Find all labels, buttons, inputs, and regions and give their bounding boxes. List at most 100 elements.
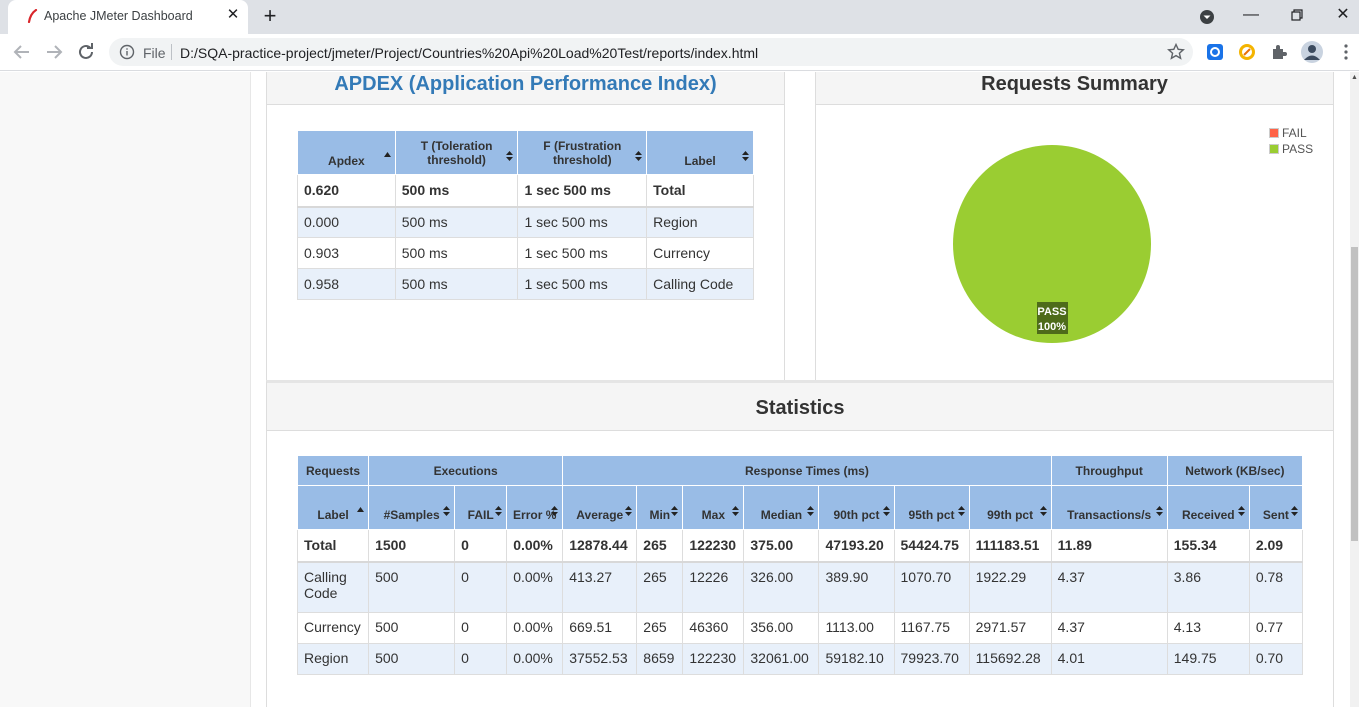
sort-both-icon <box>551 506 559 516</box>
legend-item-fail[interactable]: FAIL <box>1269 126 1307 140</box>
browser-toolbar: File D:/SQA-practice-project/jmeter/Proj… <box>0 34 1359 71</box>
sort-both-icon <box>742 151 749 161</box>
group-requests: Requests <box>296 455 370 486</box>
cell: 1113.00 <box>818 612 895 644</box>
requests-summary-panel: Requests Summary PASS 100% FAIL PASS <box>815 72 1334 407</box>
restore-icon[interactable] <box>1283 4 1311 28</box>
page-scrollbar[interactable]: ▲ <box>1350 72 1359 707</box>
stats-header-11[interactable]: Transactions/s <box>1050 485 1168 530</box>
tab-search-icon[interactable] <box>1198 8 1216 26</box>
reload-icon[interactable] <box>74 40 98 64</box>
cell: 115692.28 <box>968 643 1052 675</box>
apdex-header-toleration[interactable]: T (Toleration threshold) <box>394 130 519 175</box>
browser-tab[interactable]: Apache JMeter Dashboard ✕ <box>8 0 248 34</box>
stats-header-3[interactable]: Error % <box>506 485 564 530</box>
close-window-icon[interactable]: ✕ <box>1329 4 1357 28</box>
cell: 2.09 <box>1248 529 1304 563</box>
statistics-panel: Statistics Requests Executions Response … <box>266 380 1334 707</box>
stats-header-12[interactable]: Received <box>1166 485 1250 530</box>
apdex-title: APDEX (Application Performance Index) <box>334 73 717 95</box>
cell: 413.27 <box>562 561 638 613</box>
cell: 149.75 <box>1166 643 1250 675</box>
apdex-header-frustration[interactable]: F (Frustration threshold) <box>517 130 648 175</box>
stats-header-13[interactable]: Sent <box>1248 485 1304 530</box>
jmeter-feather-icon <box>27 9 38 23</box>
cell: 1500 <box>368 529 456 563</box>
pie-label-category: PASS <box>1037 306 1066 318</box>
stats-header-4[interactable]: Average <box>562 485 638 530</box>
table-row: Calling Code 500 0 0.00% 413.27 265 12226 326.0… <box>296 561 1304 613</box>
cell: 1 sec 500 ms <box>517 237 648 269</box>
chrome-menu-icon[interactable] <box>1337 43 1355 61</box>
new-tab-icon[interactable]: + <box>258 5 282 29</box>
scroll-thumb[interactable] <box>1351 247 1358 541</box>
cell: 0.00% <box>506 529 564 563</box>
table-row: 0.958 500 ms 1 sec 500 ms Calling Code <box>297 268 754 300</box>
legend-item-pass[interactable]: PASS <box>1269 142 1313 156</box>
back-arrow-icon[interactable] <box>10 40 34 64</box>
requests-summary-heading: Requests Summary <box>816 72 1333 105</box>
cell: 0 <box>454 612 508 644</box>
stats-header-2[interactable]: FAIL <box>454 485 508 530</box>
cell: 669.51 <box>562 612 638 644</box>
stats-header-8[interactable]: 90th pct <box>818 485 895 530</box>
extension-gauge-icon[interactable] <box>1238 43 1256 61</box>
sort-both-icon <box>443 506 451 516</box>
table-row: 0.000 500 ms 1 sec 500 ms Region <box>297 206 754 238</box>
site-info-icon[interactable] <box>119 44 135 60</box>
apdex-header-apdex[interactable]: Apdex <box>297 130 396 175</box>
sort-both-icon <box>506 151 514 161</box>
minimize-icon[interactable]: — <box>1237 4 1265 28</box>
sort-both-icon <box>1237 506 1245 516</box>
cell: 3.86 <box>1166 561 1250 613</box>
apdex-total-row: 0.620 500 ms 1 sec 500 ms Total <box>297 174 754 208</box>
cell: 0.77 <box>1248 612 1304 644</box>
cell: 0.00% <box>506 612 564 644</box>
sort-both-icon <box>1155 506 1163 516</box>
forward-arrow-icon[interactable] <box>42 40 66 64</box>
stats-header-0[interactable]: Label <box>296 485 370 530</box>
scroll-up-arrow-icon[interactable]: ▲ <box>1350 74 1359 82</box>
address-bar[interactable]: File D:/SQA-practice-project/jmeter/Proj… <box>109 38 1193 66</box>
cell: 122230 <box>682 643 745 675</box>
cell: 326.00 <box>743 561 820 613</box>
cell: 1 sec 500 ms <box>517 268 648 300</box>
cell: 500 ms <box>394 174 519 208</box>
extensions-puzzle-icon[interactable] <box>1270 43 1288 61</box>
cell: 4.37 <box>1050 612 1168 644</box>
extension-blue-icon[interactable] <box>1206 43 1224 61</box>
cell: 12878.44 <box>562 529 638 563</box>
stats-header-5[interactable]: Min <box>636 485 684 530</box>
cell: 0.00% <box>506 561 564 613</box>
apdex-table: Apdex T (Toleration threshold) F (Frustr… <box>297 130 754 300</box>
cell: 8659 <box>636 643 684 675</box>
cell: 0 <box>454 643 508 675</box>
stats-header-1[interactable]: #Samples <box>368 485 456 530</box>
profile-avatar-icon[interactable] <box>1301 41 1323 63</box>
cell: 0 <box>454 529 508 563</box>
sort-both-icon <box>1039 506 1047 516</box>
bookmark-star-icon[interactable] <box>1166 42 1186 62</box>
stats-header-7[interactable]: Median <box>743 485 820 530</box>
tab-close-icon[interactable]: ✕ <box>225 7 241 23</box>
cell: 265 <box>636 529 684 563</box>
cell: 155.34 <box>1166 529 1250 563</box>
url-text[interactable]: D:/SQA-practice-project/jmeter/Project/C… <box>180 45 758 61</box>
statistics-body: Total 1500 0 0.00% 12878.44 265 122230 375.00 47… <box>296 529 1304 675</box>
stats-header-10[interactable]: 99th pct <box>968 485 1052 530</box>
group-response-times: Response Times (ms) <box>562 455 1052 486</box>
sort-both-icon <box>882 506 890 516</box>
group-executions: Executions <box>368 455 564 486</box>
stats-header-9[interactable]: 95th pct <box>893 485 970 530</box>
cell: 0.620 <box>297 174 396 208</box>
cell: 0.78 <box>1248 561 1304 613</box>
apdex-header-label[interactable]: Label <box>646 130 754 175</box>
sort-both-icon <box>807 506 815 516</box>
sidebar <box>0 72 251 707</box>
scheme-label: File <box>143 45 166 61</box>
stats-header-6[interactable]: Max <box>682 485 745 530</box>
cell: Currency <box>646 237 754 269</box>
cell: Currency <box>296 612 370 644</box>
omnibox-divider <box>171 44 172 60</box>
statistics-group-row: Requests Executions Response Times (ms) … <box>296 455 1304 486</box>
